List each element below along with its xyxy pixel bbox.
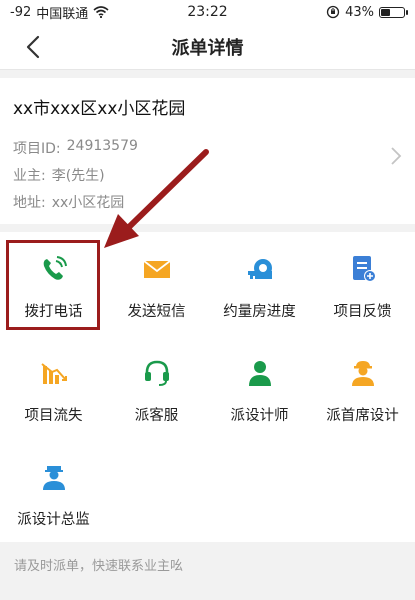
chevron-left-icon (26, 35, 40, 59)
send-sms-button[interactable]: 发送短信 (105, 232, 208, 334)
action-label: 项目流失 (24, 408, 83, 424)
battery-fill (381, 8, 390, 16)
project-id-value: 24913579 (66, 138, 138, 154)
order-info-card[interactable]: xx市xxx区xx小区花园 项目ID: 24913579 业主: 李(先生) 地… (0, 78, 415, 224)
worker-icon (351, 361, 374, 386)
orientation-lock-icon (326, 5, 340, 19)
owner-label: 业主: (13, 168, 46, 184)
project-loss-button[interactable]: 项目流失 (2, 336, 105, 438)
project-id-label: 项目ID: (13, 141, 61, 157)
status-left: -92 中国联通 (10, 3, 109, 22)
action-label: 派客服 (134, 408, 179, 424)
document-add-icon (352, 256, 376, 282)
back-button[interactable] (18, 32, 48, 62)
address-value: xx小区花园 (51, 195, 125, 211)
bar-chart-icon (40, 363, 67, 384)
assign-director-button[interactable]: 派设计总监 (2, 440, 105, 542)
assign-service-button[interactable]: 派客服 (105, 336, 208, 438)
battery-percent: 43% (345, 4, 374, 20)
envelope-icon (142, 260, 171, 278)
action-label: 约量房进度 (223, 304, 296, 320)
status-right: 43% (326, 4, 408, 20)
owner-row: 业主: 李(先生) (13, 165, 105, 185)
assign-chief-designer-button[interactable]: 派首席设计 (311, 336, 414, 438)
highlight-box (6, 240, 100, 330)
address-title: xx市xxx区xx小区花园 (13, 99, 186, 119)
wifi-icon (93, 6, 109, 18)
footer-note: 请及时派单，快速联系业主吆 (14, 559, 184, 574)
project-id-row: 项目ID: 24913579 (13, 138, 138, 158)
address-row: 地址: xx小区花园 (13, 192, 124, 212)
action-label: 派设计总监 (17, 512, 90, 528)
measure-progress-button[interactable]: 约量房进度 (208, 232, 311, 334)
action-label: 项目反馈 (333, 304, 392, 320)
action-label: 发送短信 (127, 304, 186, 320)
supervisor-icon (42, 466, 65, 490)
page-title: 派单详情 (171, 37, 244, 59)
address-label: 地址: (13, 195, 46, 211)
status-bar: -92 中国联通 23:22 43% (0, 0, 415, 24)
action-label: 派首席设计 (326, 408, 399, 424)
nav-bar: 派单详情 (0, 24, 415, 70)
headset-icon (144, 360, 169, 386)
signal-strength: -92 (10, 4, 32, 20)
person-icon (248, 361, 271, 386)
battery-icon (379, 6, 408, 18)
owner-value: 李(先生) (51, 168, 105, 184)
project-feedback-button[interactable]: 项目反馈 (311, 232, 414, 334)
tape-measure-icon (247, 259, 272, 279)
carrier-name: 中国联通 (36, 6, 89, 22)
chevron-right-icon (391, 147, 402, 165)
action-label: 派设计师 (230, 408, 289, 424)
assign-designer-button[interactable]: 派设计师 (208, 336, 311, 438)
